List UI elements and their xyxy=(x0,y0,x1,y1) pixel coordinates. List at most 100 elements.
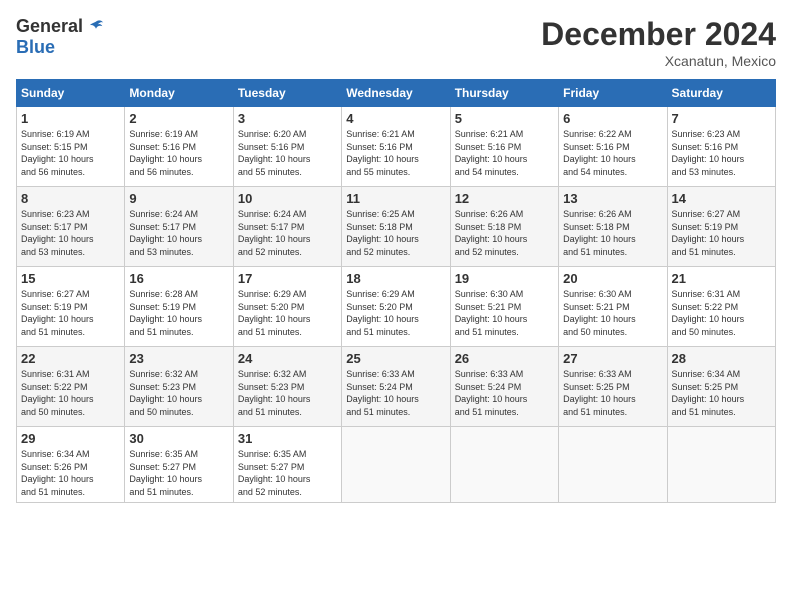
day-info: Sunrise: 6:27 AM Sunset: 5:19 PM Dayligh… xyxy=(21,288,120,338)
day-info: Sunrise: 6:19 AM Sunset: 5:16 PM Dayligh… xyxy=(129,128,228,178)
table-row: 6 Sunrise: 6:22 AM Sunset: 5:16 PM Dayli… xyxy=(559,107,667,187)
day-info: Sunrise: 6:33 AM Sunset: 5:24 PM Dayligh… xyxy=(346,368,445,418)
day-info: Sunrise: 6:31 AM Sunset: 5:22 PM Dayligh… xyxy=(21,368,120,418)
day-info: Sunrise: 6:32 AM Sunset: 5:23 PM Dayligh… xyxy=(238,368,337,418)
day-number: 5 xyxy=(455,111,554,126)
day-info: Sunrise: 6:23 AM Sunset: 5:17 PM Dayligh… xyxy=(21,208,120,258)
day-number: 30 xyxy=(129,431,228,446)
month-title: December 2024 xyxy=(541,16,776,53)
day-info: Sunrise: 6:24 AM Sunset: 5:17 PM Dayligh… xyxy=(238,208,337,258)
day-number: 4 xyxy=(346,111,445,126)
day-number: 1 xyxy=(21,111,120,126)
day-number: 11 xyxy=(346,191,445,206)
table-row xyxy=(342,427,450,503)
day-number: 22 xyxy=(21,351,120,366)
table-row: 26 Sunrise: 6:33 AM Sunset: 5:24 PM Dayl… xyxy=(450,347,558,427)
day-info: Sunrise: 6:33 AM Sunset: 5:24 PM Dayligh… xyxy=(455,368,554,418)
table-row: 16 Sunrise: 6:28 AM Sunset: 5:19 PM Dayl… xyxy=(125,267,233,347)
header: General Blue December 2024 Xcanatun, Mex… xyxy=(16,16,776,69)
logo-blue-text: Blue xyxy=(16,37,55,58)
day-number: 7 xyxy=(672,111,771,126)
day-info: Sunrise: 6:33 AM Sunset: 5:25 PM Dayligh… xyxy=(563,368,662,418)
table-row: 24 Sunrise: 6:32 AM Sunset: 5:23 PM Dayl… xyxy=(233,347,341,427)
day-info: Sunrise: 6:30 AM Sunset: 5:21 PM Dayligh… xyxy=(563,288,662,338)
table-row: 7 Sunrise: 6:23 AM Sunset: 5:16 PM Dayli… xyxy=(667,107,775,187)
header-friday: Friday xyxy=(559,80,667,107)
table-row: 14 Sunrise: 6:27 AM Sunset: 5:19 PM Dayl… xyxy=(667,187,775,267)
logo: General Blue xyxy=(16,16,105,58)
day-number: 14 xyxy=(672,191,771,206)
table-row: 9 Sunrise: 6:24 AM Sunset: 5:17 PM Dayli… xyxy=(125,187,233,267)
day-number: 12 xyxy=(455,191,554,206)
day-info: Sunrise: 6:24 AM Sunset: 5:17 PM Dayligh… xyxy=(129,208,228,258)
day-info: Sunrise: 6:20 AM Sunset: 5:16 PM Dayligh… xyxy=(238,128,337,178)
table-row: 8 Sunrise: 6:23 AM Sunset: 5:17 PM Dayli… xyxy=(17,187,125,267)
day-number: 29 xyxy=(21,431,120,446)
weekday-header-row: Sunday Monday Tuesday Wednesday Thursday… xyxy=(17,80,776,107)
table-row: 22 Sunrise: 6:31 AM Sunset: 5:22 PM Dayl… xyxy=(17,347,125,427)
day-number: 9 xyxy=(129,191,228,206)
table-row: 10 Sunrise: 6:24 AM Sunset: 5:17 PM Dayl… xyxy=(233,187,341,267)
table-row: 1 Sunrise: 6:19 AM Sunset: 5:15 PM Dayli… xyxy=(17,107,125,187)
table-row: 23 Sunrise: 6:32 AM Sunset: 5:23 PM Dayl… xyxy=(125,347,233,427)
title-area: December 2024 Xcanatun, Mexico xyxy=(541,16,776,69)
header-saturday: Saturday xyxy=(667,80,775,107)
day-number: 24 xyxy=(238,351,337,366)
day-info: Sunrise: 6:35 AM Sunset: 5:27 PM Dayligh… xyxy=(238,448,337,498)
day-number: 8 xyxy=(21,191,120,206)
day-number: 10 xyxy=(238,191,337,206)
table-row: 27 Sunrise: 6:33 AM Sunset: 5:25 PM Dayl… xyxy=(559,347,667,427)
day-info: Sunrise: 6:27 AM Sunset: 5:19 PM Dayligh… xyxy=(672,208,771,258)
table-row: 21 Sunrise: 6:31 AM Sunset: 5:22 PM Dayl… xyxy=(667,267,775,347)
table-row: 25 Sunrise: 6:33 AM Sunset: 5:24 PM Dayl… xyxy=(342,347,450,427)
table-row: 12 Sunrise: 6:26 AM Sunset: 5:18 PM Dayl… xyxy=(450,187,558,267)
table-row: 2 Sunrise: 6:19 AM Sunset: 5:16 PM Dayli… xyxy=(125,107,233,187)
header-wednesday: Wednesday xyxy=(342,80,450,107)
day-info: Sunrise: 6:21 AM Sunset: 5:16 PM Dayligh… xyxy=(346,128,445,178)
day-info: Sunrise: 6:29 AM Sunset: 5:20 PM Dayligh… xyxy=(346,288,445,338)
header-thursday: Thursday xyxy=(450,80,558,107)
day-number: 15 xyxy=(21,271,120,286)
day-info: Sunrise: 6:30 AM Sunset: 5:21 PM Dayligh… xyxy=(455,288,554,338)
day-info: Sunrise: 6:25 AM Sunset: 5:18 PM Dayligh… xyxy=(346,208,445,258)
day-info: Sunrise: 6:35 AM Sunset: 5:27 PM Dayligh… xyxy=(129,448,228,498)
day-info: Sunrise: 6:19 AM Sunset: 5:15 PM Dayligh… xyxy=(21,128,120,178)
table-row: 15 Sunrise: 6:27 AM Sunset: 5:19 PM Dayl… xyxy=(17,267,125,347)
table-row: 30 Sunrise: 6:35 AM Sunset: 5:27 PM Dayl… xyxy=(125,427,233,503)
day-number: 19 xyxy=(455,271,554,286)
day-number: 2 xyxy=(129,111,228,126)
calendar-table: Sunday Monday Tuesday Wednesday Thursday… xyxy=(16,79,776,503)
day-number: 18 xyxy=(346,271,445,286)
table-row: 11 Sunrise: 6:25 AM Sunset: 5:18 PM Dayl… xyxy=(342,187,450,267)
table-row: 29 Sunrise: 6:34 AM Sunset: 5:26 PM Dayl… xyxy=(17,427,125,503)
day-number: 16 xyxy=(129,271,228,286)
day-info: Sunrise: 6:34 AM Sunset: 5:26 PM Dayligh… xyxy=(21,448,120,498)
day-number: 31 xyxy=(238,431,337,446)
day-info: Sunrise: 6:26 AM Sunset: 5:18 PM Dayligh… xyxy=(455,208,554,258)
day-info: Sunrise: 6:28 AM Sunset: 5:19 PM Dayligh… xyxy=(129,288,228,338)
table-row: 17 Sunrise: 6:29 AM Sunset: 5:20 PM Dayl… xyxy=(233,267,341,347)
table-row xyxy=(559,427,667,503)
day-info: Sunrise: 6:29 AM Sunset: 5:20 PM Dayligh… xyxy=(238,288,337,338)
table-row: 19 Sunrise: 6:30 AM Sunset: 5:21 PM Dayl… xyxy=(450,267,558,347)
table-row xyxy=(667,427,775,503)
day-number: 21 xyxy=(672,271,771,286)
day-number: 28 xyxy=(672,351,771,366)
day-info: Sunrise: 6:23 AM Sunset: 5:16 PM Dayligh… xyxy=(672,128,771,178)
day-info: Sunrise: 6:32 AM Sunset: 5:23 PM Dayligh… xyxy=(129,368,228,418)
day-info: Sunrise: 6:26 AM Sunset: 5:18 PM Dayligh… xyxy=(563,208,662,258)
day-number: 20 xyxy=(563,271,662,286)
logo-bird-icon xyxy=(87,18,105,36)
day-number: 17 xyxy=(238,271,337,286)
day-info: Sunrise: 6:34 AM Sunset: 5:25 PM Dayligh… xyxy=(672,368,771,418)
table-row: 3 Sunrise: 6:20 AM Sunset: 5:16 PM Dayli… xyxy=(233,107,341,187)
location-title: Xcanatun, Mexico xyxy=(541,53,776,69)
day-info: Sunrise: 6:31 AM Sunset: 5:22 PM Dayligh… xyxy=(672,288,771,338)
table-row xyxy=(450,427,558,503)
table-row: 28 Sunrise: 6:34 AM Sunset: 5:25 PM Dayl… xyxy=(667,347,775,427)
table-row: 4 Sunrise: 6:21 AM Sunset: 5:16 PM Dayli… xyxy=(342,107,450,187)
table-row: 20 Sunrise: 6:30 AM Sunset: 5:21 PM Dayl… xyxy=(559,267,667,347)
day-number: 23 xyxy=(129,351,228,366)
header-sunday: Sunday xyxy=(17,80,125,107)
header-tuesday: Tuesday xyxy=(233,80,341,107)
